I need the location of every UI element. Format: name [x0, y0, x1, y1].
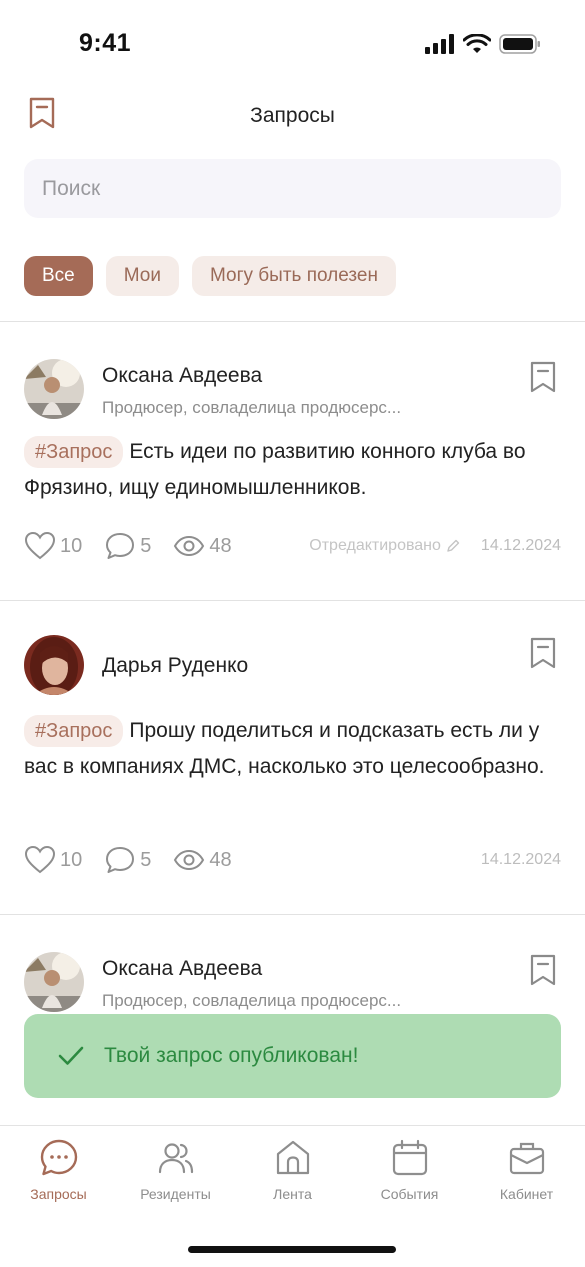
comments-button[interactable]: 5	[104, 531, 151, 561]
toast-message: Твой запрос опубликован!	[104, 1044, 359, 1067]
heart-icon	[24, 845, 56, 874]
wifi-icon	[463, 34, 491, 53]
avatar[interactable]	[24, 359, 84, 419]
success-toast[interactable]: Твой запрос опубликован!	[24, 1014, 561, 1098]
post-text: #Запрос Прошу поделиться и подсказать ест…	[24, 713, 564, 785]
like-button[interactable]: 10	[24, 845, 82, 875]
status-time: 9:41	[79, 29, 132, 57]
comments-button[interactable]: 5	[104, 845, 151, 875]
calendar-icon	[392, 1139, 427, 1176]
tab-label: Резиденты	[140, 1186, 211, 1202]
tab-residents[interactable]: Резиденты	[117, 1138, 234, 1202]
filter-chips: Все Мои Могу быть полезен	[24, 256, 396, 296]
like-button[interactable]: 10	[24, 531, 82, 561]
status-icons	[425, 33, 541, 55]
bookmark-icon	[530, 361, 556, 393]
search-bar[interactable]	[24, 159, 561, 218]
likes-count: 10	[60, 848, 83, 871]
author-name[interactable]: Оксана Авдеева	[102, 957, 262, 981]
bookmark-button[interactable]	[528, 360, 558, 399]
bookmark-button[interactable]	[528, 953, 558, 992]
hashtag-badge[interactable]: #Запрос	[24, 436, 124, 468]
post-meta: 10 5 48 Отредактировано 14.12.2024	[24, 530, 561, 562]
post-text: #Запрос Есть идеи по развитию конного клу…	[24, 434, 564, 506]
views-metric: 48	[173, 848, 232, 872]
checkmark-icon	[58, 1046, 84, 1065]
page-title: Запросы	[250, 104, 335, 127]
filter-chip-all[interactable]: Все	[24, 256, 93, 296]
home-indicator[interactable]	[188, 1246, 396, 1253]
status-bar: 9:41	[0, 0, 585, 88]
tab-events[interactable]: События	[351, 1138, 468, 1202]
heart-icon	[24, 531, 56, 560]
tab-label: События	[380, 1186, 439, 1202]
filter-chip-mine[interactable]: Мои	[105, 256, 179, 296]
author-role: Продюсер, совладелица продюсерс...	[102, 991, 402, 1010]
briefcase-icon	[509, 1142, 544, 1175]
home-icon	[276, 1140, 309, 1175]
views-count: 48	[209, 534, 232, 557]
chat-icon	[40, 1139, 77, 1176]
tab-label: Запросы	[30, 1186, 87, 1202]
search-input[interactable]	[24, 159, 561, 218]
post-date: 14.12.2024	[480, 537, 561, 554]
pencil-icon	[447, 539, 460, 552]
bookmark-button[interactable]	[528, 636, 558, 675]
author-role: Продюсер, совладелица продюсерс...	[102, 398, 402, 417]
comment-icon	[106, 533, 135, 559]
views-count: 48	[209, 848, 232, 871]
eye-icon	[174, 535, 205, 557]
comments-count: 5	[140, 848, 152, 871]
page-header: Запросы	[0, 88, 585, 144]
hashtag-badge[interactable]: #Запрос	[24, 715, 124, 747]
avatar[interactable]	[24, 952, 84, 1012]
filter-chip-can-help[interactable]: Могу быть полезен	[191, 256, 396, 296]
comment-icon	[106, 847, 135, 873]
likes-count: 10	[60, 534, 83, 557]
battery-icon	[499, 34, 540, 54]
tab-label: Лента	[273, 1186, 312, 1202]
author-name[interactable]: Оксана Авдеева	[102, 364, 262, 388]
author-name[interactable]: Дарья Руденко	[102, 654, 248, 678]
post-card[interactable]: Оксана Авдеева Продюсер, совладелица про…	[0, 322, 585, 600]
post-meta: 10 5 48 14.12.2024	[24, 844, 561, 876]
tab-cabinet[interactable]: Кабинет	[468, 1138, 585, 1202]
tab-requests[interactable]: Запросы	[0, 1138, 117, 1202]
bookmark-icon	[530, 954, 556, 986]
cellular-signal-icon	[425, 34, 454, 54]
views-metric: 48	[173, 534, 232, 558]
post-card[interactable]: Дарья Руденко #Запрос Прошу поделиться и …	[0, 601, 585, 914]
comments-count: 5	[140, 534, 152, 557]
eye-icon	[174, 849, 205, 871]
tab-label: Кабинет	[499, 1186, 554, 1202]
edited-label: Отредактировано	[309, 537, 461, 555]
tab-feed[interactable]: Лента	[234, 1138, 351, 1202]
users-icon	[158, 1143, 193, 1174]
bookmark-icon	[530, 637, 556, 669]
post-date: 14.12.2024	[480, 851, 561, 868]
avatar[interactable]	[24, 635, 84, 695]
